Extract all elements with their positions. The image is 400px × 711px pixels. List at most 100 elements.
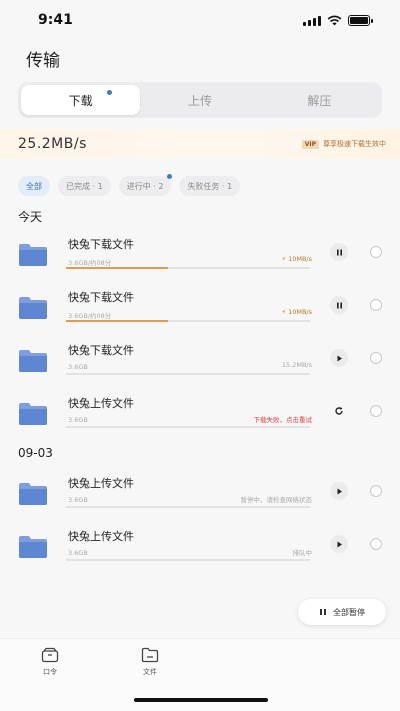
- file-status[interactable]: 下载失败，点击重试: [254, 414, 313, 424]
- file-row[interactable]: 快兔上传文件 3.6GB 下载失败，点击重试: [0, 395, 400, 435]
- tab-unzip[interactable]: 解压: [260, 85, 379, 115]
- progress-bar: [66, 320, 310, 322]
- file-status: 排队中: [292, 549, 313, 557]
- select-radio[interactable]: [370, 538, 382, 550]
- file-row[interactable]: 快兔上传文件 3.6GB 排队中: [0, 528, 400, 568]
- file-row[interactable]: 快兔下载文件 3.6GB/约08分 ⚡ 10MB/s: [0, 289, 400, 329]
- select-radio[interactable]: [370, 405, 382, 417]
- progress-bar: [66, 373, 310, 375]
- filter-failed[interactable]: 失败任务 · 1: [179, 176, 241, 196]
- select-radio[interactable]: [370, 485, 382, 497]
- file-status: ⚡ 10MB/s: [281, 308, 312, 316]
- progress-fill: [66, 320, 169, 322]
- signal-icon: [303, 15, 321, 26]
- total-speed: 25.2MB/s: [18, 136, 87, 152]
- play-icon: [337, 541, 342, 547]
- file-status: 15.2MB/s: [281, 361, 312, 369]
- file-name: 快兔上传文件: [68, 397, 134, 410]
- file-name: 快兔下载文件: [68, 238, 134, 251]
- select-radio[interactable]: [370, 246, 382, 258]
- progress-bar: [66, 559, 310, 561]
- notification-dot: [167, 174, 173, 179]
- folder-icon: [19, 403, 47, 425]
- status-text: 10MB/s: [288, 255, 312, 263]
- play-icon: [337, 488, 342, 494]
- box-icon: [41, 647, 59, 663]
- section-header-today: 今天: [18, 210, 43, 224]
- tab-label: 解压: [307, 93, 332, 108]
- vip-note[interactable]: VIP 尊享极速下载生效中: [301, 139, 386, 149]
- progress-bar: [66, 267, 310, 269]
- play-button[interactable]: [330, 535, 348, 553]
- file-size: 3.6GB/约08分: [68, 259, 112, 267]
- home-indicator: [134, 698, 268, 702]
- status-bar: 9:41: [0, 0, 400, 40]
- pause-button[interactable]: [330, 296, 348, 314]
- battery-icon: [348, 14, 373, 26]
- folder-icon: [19, 244, 47, 266]
- pause-icon: [336, 249, 342, 255]
- file-size: 3.6GB: [68, 363, 88, 371]
- file-size: 3.6GB: [68, 496, 88, 504]
- tab-download[interactable]: 下载: [21, 85, 141, 115]
- tab-upload[interactable]: 上传: [140, 85, 259, 115]
- chip-label: 进行中 · 2: [126, 181, 164, 191]
- pause-icon: [320, 609, 326, 615]
- file-row[interactable]: 快兔上传文件 3.6GB 暂停中，请检查网络状态: [0, 475, 400, 515]
- folder-outline-icon: [141, 647, 159, 663]
- progress-bar: [66, 426, 310, 428]
- filter-in-progress[interactable]: 进行中 · 2: [118, 174, 173, 196]
- progress-fill: [66, 267, 169, 269]
- file-name: 快兔上传文件: [68, 530, 134, 543]
- file-name: 快兔上传文件: [68, 477, 134, 490]
- file-name: 快兔下载文件: [68, 344, 134, 357]
- status-icons: [303, 14, 373, 26]
- play-button[interactable]: [330, 349, 348, 367]
- retry-button[interactable]: [330, 402, 348, 420]
- vip-text: 尊享极速下载生效中: [323, 140, 386, 148]
- nav-item-code[interactable]: 口令: [30, 647, 70, 677]
- file-name: 快兔下载文件: [68, 291, 134, 304]
- file-size: 3.6GB: [68, 416, 88, 424]
- play-icon: [337, 355, 342, 361]
- folder-icon: [19, 297, 47, 319]
- file-row[interactable]: 快兔下载文件 3.6GB 15.2MB/s: [0, 342, 400, 382]
- section-header-date: 09-03: [18, 446, 53, 460]
- folder-icon: [19, 536, 47, 558]
- select-radio[interactable]: [370, 352, 382, 364]
- file-size: 3.6GB/约08分: [68, 312, 112, 320]
- folder-icon: [19, 350, 47, 372]
- status-time: 9:41: [38, 12, 73, 28]
- file-size: 3.6GB: [68, 549, 88, 557]
- vip-badge: VIP: [301, 139, 319, 149]
- filter-chips: 全部 已完成 · 1 进行中 · 2 失败任务 · 1: [18, 174, 241, 196]
- play-button[interactable]: [330, 482, 348, 500]
- speed-bar: 25.2MB/s VIP 尊享极速下载生效中: [0, 129, 400, 159]
- file-status: 暂停中，请检查网络状态: [240, 496, 313, 504]
- tab-label: 上传: [187, 93, 212, 108]
- filter-all[interactable]: 全部: [18, 176, 50, 196]
- pause-button[interactable]: [330, 243, 348, 261]
- progress-bar: [66, 506, 310, 508]
- nav-label: 文件: [143, 668, 157, 676]
- filter-completed[interactable]: 已完成 · 1: [58, 176, 111, 196]
- tab-label: 下载: [68, 93, 93, 108]
- nav-item-files[interactable]: 文件: [130, 647, 170, 677]
- select-radio[interactable]: [370, 299, 382, 311]
- notification-dot: [107, 90, 113, 95]
- chip-label: 已完成 · 1: [66, 181, 103, 191]
- retry-icon: [335, 407, 343, 415]
- chip-label: 全部: [26, 181, 42, 191]
- chip-label: 失败任务 · 1: [187, 181, 233, 191]
- status-text: 10MB/s: [288, 308, 312, 316]
- pause-all-label: 全部暂停: [333, 607, 365, 617]
- nav-label: 口令: [43, 668, 57, 676]
- file-row[interactable]: 快兔下载文件 3.6GB/约08分 ⚡ 10MB/s: [0, 236, 400, 276]
- pause-icon: [336, 302, 342, 308]
- transfer-tabs: 下载 上传 解压: [18, 82, 382, 118]
- folder-icon: [19, 483, 47, 505]
- wifi-icon: [327, 15, 342, 25]
- page-title: 传输: [26, 51, 60, 71]
- file-status: ⚡ 10MB/s: [281, 255, 312, 263]
- pause-all-button[interactable]: 全部暂停: [298, 599, 386, 625]
